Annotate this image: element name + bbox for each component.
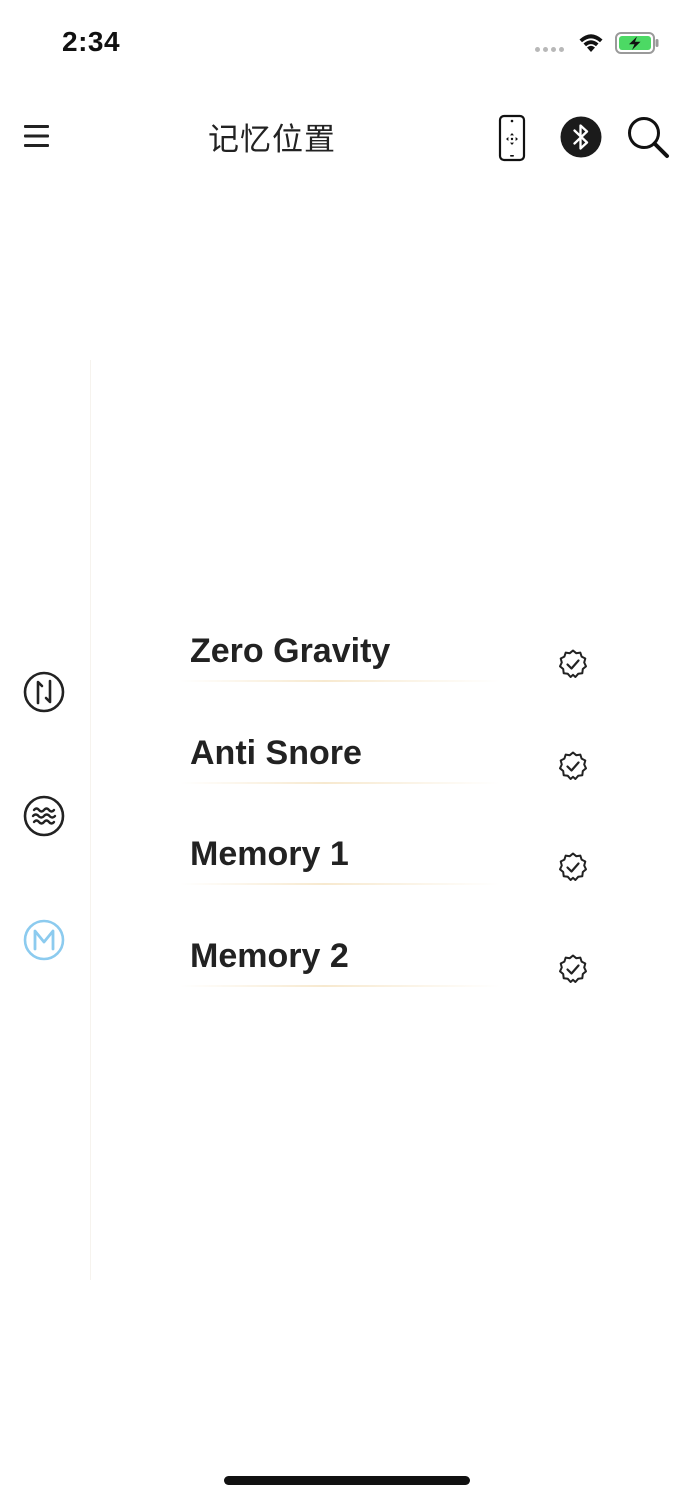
massage-mode-icon[interactable]	[22, 670, 66, 714]
mode-rail	[0, 360, 91, 1280]
divider	[180, 781, 500, 784]
memory-list: Zero Gravity Anti Snore Memory 1 Memory …	[180, 620, 620, 1026]
memory-item-label: Anti Snore	[190, 733, 362, 772]
menu-button[interactable]	[20, 116, 54, 156]
status-bar: 2:34	[0, 0, 693, 88]
wave-mode-icon[interactable]	[22, 794, 66, 838]
memory-item-label: Memory 2	[190, 936, 349, 975]
memory-item-label: Zero Gravity	[190, 632, 391, 670]
memory-item-zero-gravity[interactable]: Zero Gravity	[180, 620, 620, 722]
remote-control-icon[interactable]	[496, 114, 528, 162]
cellular-signal-icon	[535, 47, 564, 52]
verified-check-icon[interactable]	[557, 648, 589, 680]
divider	[180, 984, 500, 987]
page-title: 记忆位置	[208, 122, 336, 157]
memory-mode-icon[interactable]	[22, 918, 66, 962]
wifi-icon	[579, 34, 603, 52]
verified-check-icon[interactable]	[557, 851, 589, 883]
verified-check-icon[interactable]	[557, 953, 589, 985]
divider	[180, 883, 500, 885]
search-icon[interactable]	[624, 113, 672, 161]
nav-bar: 记忆位置	[0, 96, 693, 180]
memory-item-label: Memory 1	[190, 835, 349, 873]
verified-check-icon[interactable]	[557, 750, 589, 782]
divider	[180, 680, 500, 682]
memory-item-memory-1[interactable]: Memory 1	[180, 823, 620, 925]
status-time: 2:34	[62, 26, 121, 57]
bluetooth-icon[interactable]	[559, 115, 603, 159]
home-indicator[interactable]	[224, 1476, 470, 1485]
memory-item-anti-snore[interactable]: Anti Snore	[180, 722, 620, 824]
menu-icon	[24, 125, 49, 147]
memory-item-memory-2[interactable]: Memory 2	[180, 925, 620, 1027]
battery-charging-icon	[615, 32, 659, 54]
